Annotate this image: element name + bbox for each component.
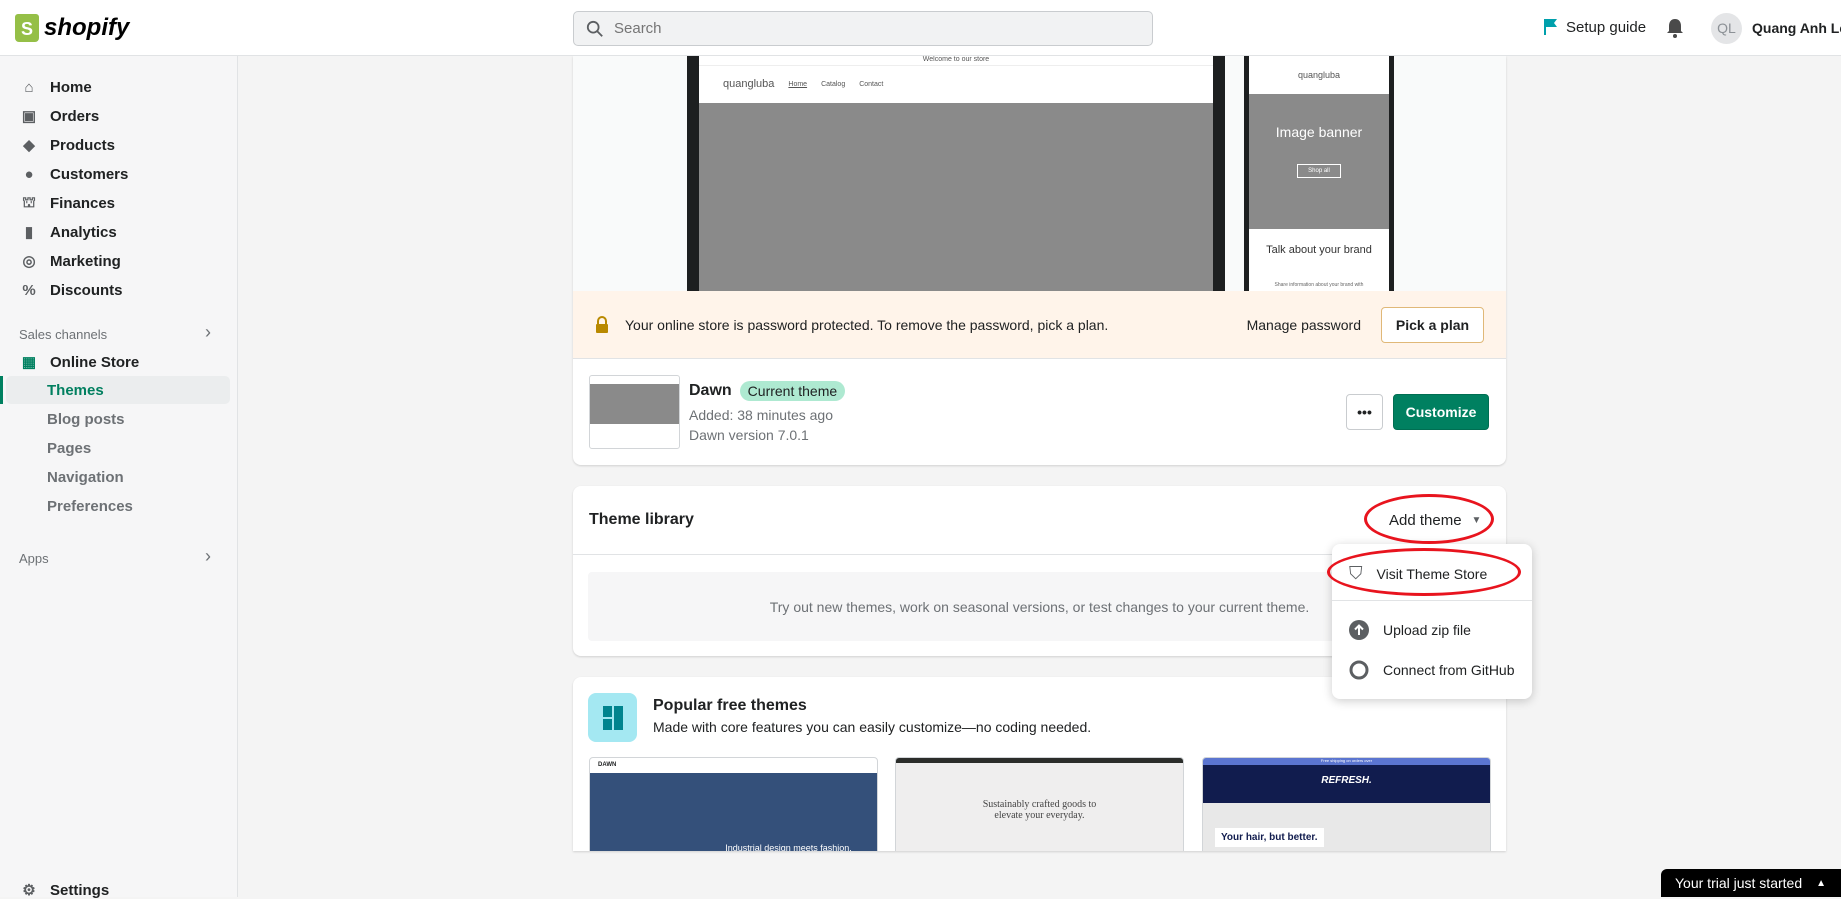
banner-title: Image banner: [1275, 124, 1363, 140]
store-header: quangluba Home Catalog Contact: [699, 66, 1213, 102]
current-theme-row: Dawn Current theme Added: 38 minutes ago…: [573, 359, 1506, 465]
sidebar-item-preferences[interactable]: Preferences: [47, 498, 133, 515]
sidebar-item-blog-posts[interactable]: Blog posts: [47, 411, 125, 428]
chevron-right-icon[interactable]: ›: [205, 322, 211, 343]
divider: [1332, 600, 1532, 601]
password-banner: Your online store is password protected.…: [573, 291, 1506, 359]
popular-themes-subtitle: Made with core features you can easily c…: [653, 719, 1092, 735]
setup-guide-button[interactable]: Setup guide: [1542, 18, 1646, 36]
github-icon: [1349, 660, 1369, 680]
current-theme-badge: Current theme: [739, 381, 846, 401]
announcement-bar: Welcome to our store: [699, 56, 1213, 66]
current-theme-card: Welcome to our store quangluba Home Cata…: [573, 56, 1506, 465]
mobile-preview: quangluba Image banner Shop all Talk abo…: [1244, 56, 1394, 291]
highlight-ellipse-add-theme: [1364, 494, 1494, 544]
bar-chart-icon: ▮: [24, 224, 34, 241]
target-icon: ◎: [22, 253, 36, 270]
popular-themes-title: Popular free themes: [653, 697, 807, 714]
bank-icon: ⛫: [22, 193, 36, 211]
theme-version: Dawn version 7.0.1: [689, 427, 809, 443]
mobile-banner: Image banner Shop all: [1249, 94, 1389, 229]
connect-github-item[interactable]: Connect from GitHub: [1349, 660, 1515, 680]
hero-image: [699, 103, 1213, 291]
chevron-right-icon[interactable]: ›: [205, 546, 211, 567]
shopify-logo[interactable]: S shopify: [15, 14, 129, 42]
gear-icon: ⚙: [22, 882, 36, 899]
theme-library-title: Theme library: [589, 511, 694, 528]
apps-heading: Apps: [19, 551, 49, 566]
sidebar-item-finances[interactable]: ⛫ Finances: [20, 194, 115, 212]
sidebar-item-pages[interactable]: Pages: [47, 440, 91, 457]
theme-thumbnail: [589, 375, 680, 449]
banner-text: Your online store is password protected.…: [625, 316, 1109, 333]
person-icon: ●: [24, 165, 34, 183]
store-name: quangluba: [723, 78, 775, 90]
theme-thumbnail-craft[interactable]: Sustainably crafted goods to elevate you…: [895, 757, 1184, 851]
theme-thumbnail-refresh[interactable]: Free shipping on orders over REFRESH. Yo…: [1202, 757, 1491, 851]
layout-icon: [588, 693, 637, 742]
manage-password-link[interactable]: Manage password: [1247, 317, 1361, 333]
active-indicator: [0, 376, 3, 404]
sidebar-item-home[interactable]: ⌂ Home: [20, 78, 91, 96]
tag-icon: ◆: [23, 137, 35, 154]
sidebar-item-analytics[interactable]: ▮ Analytics: [20, 223, 117, 242]
flag-icon: [1544, 19, 1557, 35]
upload-zip-item[interactable]: Upload zip file: [1349, 620, 1471, 640]
search-icon: [586, 20, 603, 37]
popular-themes-card: Popular free themes Made with core featu…: [573, 677, 1506, 851]
theme-preview: Welcome to our store quangluba Home Cata…: [573, 56, 1506, 291]
bell-icon[interactable]: [1666, 17, 1684, 39]
search-bar[interactable]: [573, 11, 1153, 46]
customize-button[interactable]: Customize: [1393, 394, 1489, 430]
sales-channels-heading: Sales channels: [19, 327, 108, 342]
trial-banner[interactable]: Your trial just started ▲: [1661, 869, 1841, 897]
sidebar-item-themes[interactable]: Themes: [47, 382, 104, 399]
sidebar: ⌂ Home ▣ Orders ◆ Products ● Customers ⛫ Fina…: [0, 56, 238, 899]
store-icon: ▦: [21, 354, 37, 371]
sidebar-item-marketing[interactable]: ◎ Marketing: [20, 252, 120, 271]
shop-all-button: Shop all: [1297, 164, 1341, 178]
desktop-preview: Welcome to our store quangluba Home Cata…: [687, 56, 1225, 291]
sidebar-item-navigation[interactable]: Navigation: [47, 469, 124, 486]
inbox-icon: ▣: [21, 108, 37, 125]
home-icon: ⌂: [24, 78, 34, 96]
store-nav-link: Home: [788, 80, 808, 88]
avatar[interactable]: QL: [1711, 13, 1742, 44]
lock-icon: [596, 315, 608, 333]
active-item-highlight: [6, 376, 230, 404]
sidebar-item-settings[interactable]: ⚙ Settings: [20, 881, 109, 899]
shopify-bag-icon: S: [15, 14, 39, 42]
caret-up-icon: ▲: [1816, 877, 1827, 889]
store-name: quangluba: [1297, 70, 1341, 80]
pick-a-plan-button[interactable]: Pick a plan: [1381, 306, 1484, 343]
sidebar-item-orders[interactable]: ▣ Orders: [20, 107, 99, 126]
mobile-heading: Talk about your brand: [1266, 244, 1372, 256]
theme-added: Added: 38 minutes ago: [689, 407, 833, 423]
discount-icon: %: [22, 281, 36, 299]
top-bar: S shopify Setup guide QL Quang Anh Lê: [0, 0, 1841, 56]
store-nav-link: Contact: [859, 80, 884, 88]
sidebar-item-customers[interactable]: ● Customers: [20, 165, 128, 183]
sidebar-item-discounts[interactable]: % Discounts: [20, 281, 122, 299]
theme-thumbnail-dawn[interactable]: DAWN Industrial design meets fashion.: [589, 757, 878, 851]
search-input[interactable]: [614, 20, 1114, 37]
mobile-text: Share information about your brand with: [1274, 282, 1364, 288]
sidebar-item-online-store[interactable]: ▦ Online Store: [20, 353, 139, 372]
more-actions-button[interactable]: •••: [1346, 394, 1383, 430]
store-nav-link: Catalog: [821, 80, 846, 88]
sidebar-item-products[interactable]: ◆ Products: [20, 136, 115, 155]
user-name[interactable]: Quang Anh Lê: [1752, 20, 1841, 36]
upload-icon: [1349, 620, 1369, 640]
theme-name: Dawn: [689, 382, 732, 399]
highlight-ellipse-visit-store: [1327, 548, 1521, 596]
